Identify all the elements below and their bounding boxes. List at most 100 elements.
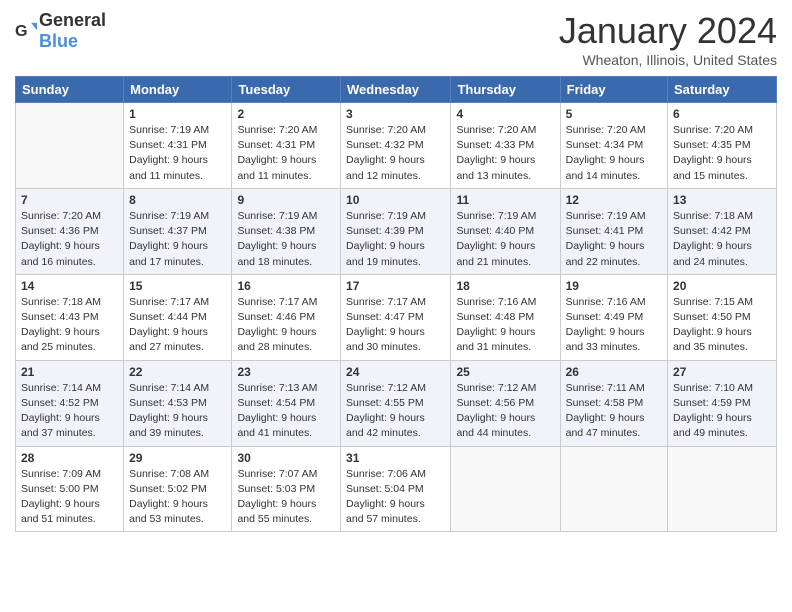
day-info: Sunrise: 7:20 AMSunset: 4:36 PMDaylight:… bbox=[21, 209, 118, 270]
calendar-cell: 30 Sunrise: 7:07 AMSunset: 5:03 PMDayligh… bbox=[232, 446, 341, 532]
day-info: Sunrise: 7:19 AMSunset: 4:31 PMDaylight:… bbox=[129, 123, 226, 184]
calendar-cell: 10 Sunrise: 7:19 AMSunset: 4:39 PMDayligh… bbox=[341, 188, 451, 274]
calendar-cell: 23 Sunrise: 7:13 AMSunset: 4:54 PMDayligh… bbox=[232, 360, 341, 446]
day-info: Sunrise: 7:11 AMSunset: 4:58 PMDaylight:… bbox=[566, 381, 662, 442]
calendar-cell: 25 Sunrise: 7:12 AMSunset: 4:56 PMDayligh… bbox=[451, 360, 560, 446]
calendar-table: SundayMondayTuesdayWednesdayThursdayFrid… bbox=[15, 76, 777, 532]
calendar-week-row: 1 Sunrise: 7:19 AMSunset: 4:31 PMDaylight… bbox=[16, 103, 777, 189]
day-info: Sunrise: 7:10 AMSunset: 4:59 PMDaylight:… bbox=[673, 381, 771, 442]
calendar-cell: 4Sunrise: 7:20 AMSunset: 4:33 PMDaylight… bbox=[451, 103, 560, 189]
day-number: 18 bbox=[456, 279, 554, 293]
day-info: Sunrise: 7:20 AMSunset: 4:35 PMDaylight:… bbox=[673, 123, 771, 184]
day-number: 31 bbox=[346, 451, 445, 465]
calendar-cell: 7 Sunrise: 7:20 AMSunset: 4:36 PMDaylight… bbox=[16, 188, 124, 274]
day-number: 5 bbox=[566, 107, 662, 121]
calendar-cell: 16Sunrise: 7:17 AMSunset: 4:46 PMDayligh… bbox=[232, 274, 341, 360]
day-info: Sunrise: 7:18 AMSunset: 4:42 PMDaylight:… bbox=[673, 209, 771, 270]
calendar-cell: 3Sunrise: 7:20 AMSunset: 4:32 PMDaylight… bbox=[341, 103, 451, 189]
day-number: 23 bbox=[237, 365, 335, 379]
weekday-header-saturday: Saturday bbox=[668, 77, 777, 103]
calendar-cell bbox=[668, 446, 777, 532]
day-info: Sunrise: 7:13 AMSunset: 4:54 PMDaylight:… bbox=[237, 381, 335, 442]
day-info: Sunrise: 7:17 AMSunset: 4:47 PMDaylight:… bbox=[346, 295, 445, 356]
day-number: 12 bbox=[566, 193, 662, 207]
calendar-week-row: 28Sunrise: 7:09 AMSunset: 5:00 PMDayligh… bbox=[16, 446, 777, 532]
calendar-cell: 13Sunrise: 7:18 AMSunset: 4:42 PMDayligh… bbox=[668, 188, 777, 274]
day-number: 21 bbox=[21, 365, 118, 379]
day-number: 7 bbox=[21, 193, 118, 207]
weekday-header-tuesday: Tuesday bbox=[232, 77, 341, 103]
day-info: Sunrise: 7:09 AMSunset: 5:00 PMDaylight:… bbox=[21, 467, 118, 528]
day-info: Sunrise: 7:16 AMSunset: 4:48 PMDaylight:… bbox=[456, 295, 554, 356]
day-number: 15 bbox=[129, 279, 226, 293]
calendar-cell bbox=[560, 446, 667, 532]
day-info: Sunrise: 7:20 AMSunset: 4:31 PMDaylight:… bbox=[237, 123, 335, 184]
calendar-cell: 27Sunrise: 7:10 AMSunset: 4:59 PMDayligh… bbox=[668, 360, 777, 446]
logo-text-general: General bbox=[39, 10, 106, 30]
day-info: Sunrise: 7:19 AMSunset: 4:39 PMDaylight:… bbox=[346, 209, 445, 270]
weekday-header-sunday: Sunday bbox=[16, 77, 124, 103]
day-number: 30 bbox=[237, 451, 335, 465]
calendar-cell: 19 Sunrise: 7:16 AMSunset: 4:49 PMDayligh… bbox=[560, 274, 667, 360]
day-info: Sunrise: 7:08 AMSunset: 5:02 PMDaylight:… bbox=[129, 467, 226, 528]
calendar-cell: 12 Sunrise: 7:19 AMSunset: 4:41 PMDayligh… bbox=[560, 188, 667, 274]
calendar-cell bbox=[451, 446, 560, 532]
calendar-cell: 20 Sunrise: 7:15 AMSunset: 4:50 PMDayligh… bbox=[668, 274, 777, 360]
logo: G General Blue bbox=[15, 10, 106, 52]
day-info: Sunrise: 7:17 AMSunset: 4:44 PMDaylight:… bbox=[129, 295, 226, 356]
day-info: Sunrise: 7:12 AMSunset: 4:56 PMDaylight:… bbox=[456, 381, 554, 442]
day-info: Sunrise: 7:16 AMSunset: 4:49 PMDaylight:… bbox=[566, 295, 662, 356]
day-info: Sunrise: 7:19 AMSunset: 4:38 PMDaylight:… bbox=[237, 209, 335, 270]
calendar-cell: 14 Sunrise: 7:18 AMSunset: 4:43 PMDayligh… bbox=[16, 274, 124, 360]
day-info: Sunrise: 7:06 AMSunset: 5:04 PMDaylight:… bbox=[346, 467, 445, 528]
day-number: 8 bbox=[129, 193, 226, 207]
day-info: Sunrise: 7:12 AMSunset: 4:55 PMDaylight:… bbox=[346, 381, 445, 442]
day-info: Sunrise: 7:14 AMSunset: 4:53 PMDaylight:… bbox=[129, 381, 226, 442]
day-number: 6 bbox=[673, 107, 771, 121]
weekday-header-row: SundayMondayTuesdayWednesdayThursdayFrid… bbox=[16, 77, 777, 103]
calendar-week-row: 7 Sunrise: 7:20 AMSunset: 4:36 PMDaylight… bbox=[16, 188, 777, 274]
day-info: Sunrise: 7:18 AMSunset: 4:43 PMDaylight:… bbox=[21, 295, 118, 356]
calendar-cell: 15 Sunrise: 7:17 AMSunset: 4:44 PMDayligh… bbox=[124, 274, 232, 360]
calendar-cell: 1 Sunrise: 7:19 AMSunset: 4:31 PMDaylight… bbox=[124, 103, 232, 189]
day-info: Sunrise: 7:19 AMSunset: 4:37 PMDaylight:… bbox=[129, 209, 226, 270]
calendar-cell: 31 Sunrise: 7:06 AMSunset: 5:04 PMDayligh… bbox=[341, 446, 451, 532]
day-number: 1 bbox=[129, 107, 226, 121]
day-info: Sunrise: 7:15 AMSunset: 4:50 PMDaylight:… bbox=[673, 295, 771, 356]
logo-icon: G bbox=[15, 20, 37, 42]
calendar-cell: 9 Sunrise: 7:19 AMSunset: 4:38 PMDaylight… bbox=[232, 188, 341, 274]
calendar-cell bbox=[16, 103, 124, 189]
day-number: 25 bbox=[456, 365, 554, 379]
weekday-header-thursday: Thursday bbox=[451, 77, 560, 103]
calendar-cell: 6 Sunrise: 7:20 AMSunset: 4:35 PMDaylight… bbox=[668, 103, 777, 189]
location-title: Wheaton, Illinois, United States bbox=[559, 52, 777, 68]
month-title: January 2024 bbox=[559, 10, 777, 52]
calendar-cell: 24 Sunrise: 7:12 AMSunset: 4:55 PMDayligh… bbox=[341, 360, 451, 446]
calendar-cell: 5 Sunrise: 7:20 AMSunset: 4:34 PMDaylight… bbox=[560, 103, 667, 189]
day-info: Sunrise: 7:07 AMSunset: 5:03 PMDaylight:… bbox=[237, 467, 335, 528]
day-number: 20 bbox=[673, 279, 771, 293]
page-header: G General Blue January 2024 Wheaton, Ill… bbox=[15, 10, 777, 68]
weekday-header-friday: Friday bbox=[560, 77, 667, 103]
day-number: 9 bbox=[237, 193, 335, 207]
calendar-cell: 18 Sunrise: 7:16 AMSunset: 4:48 PMDayligh… bbox=[451, 274, 560, 360]
day-number: 10 bbox=[346, 193, 445, 207]
day-info: Sunrise: 7:19 AMSunset: 4:41 PMDaylight:… bbox=[566, 209, 662, 270]
calendar-cell: 17 Sunrise: 7:17 AMSunset: 4:47 PMDayligh… bbox=[341, 274, 451, 360]
day-number: 24 bbox=[346, 365, 445, 379]
calendar-cell: 26Sunrise: 7:11 AMSunset: 4:58 PMDayligh… bbox=[560, 360, 667, 446]
weekday-header-monday: Monday bbox=[124, 77, 232, 103]
day-number: 4 bbox=[456, 107, 554, 121]
calendar-cell: 8 Sunrise: 7:19 AMSunset: 4:37 PMDaylight… bbox=[124, 188, 232, 274]
calendar-week-row: 14 Sunrise: 7:18 AMSunset: 4:43 PMDayligh… bbox=[16, 274, 777, 360]
day-number: 22 bbox=[129, 365, 226, 379]
weekday-header-wednesday: Wednesday bbox=[341, 77, 451, 103]
day-number: 19 bbox=[566, 279, 662, 293]
calendar-cell: 2Sunrise: 7:20 AMSunset: 4:31 PMDaylight… bbox=[232, 103, 341, 189]
day-number: 11 bbox=[456, 193, 554, 207]
logo-text-blue: Blue bbox=[39, 31, 78, 51]
day-info: Sunrise: 7:20 AMSunset: 4:34 PMDaylight:… bbox=[566, 123, 662, 184]
day-number: 17 bbox=[346, 279, 445, 293]
day-number: 3 bbox=[346, 107, 445, 121]
day-number: 14 bbox=[21, 279, 118, 293]
